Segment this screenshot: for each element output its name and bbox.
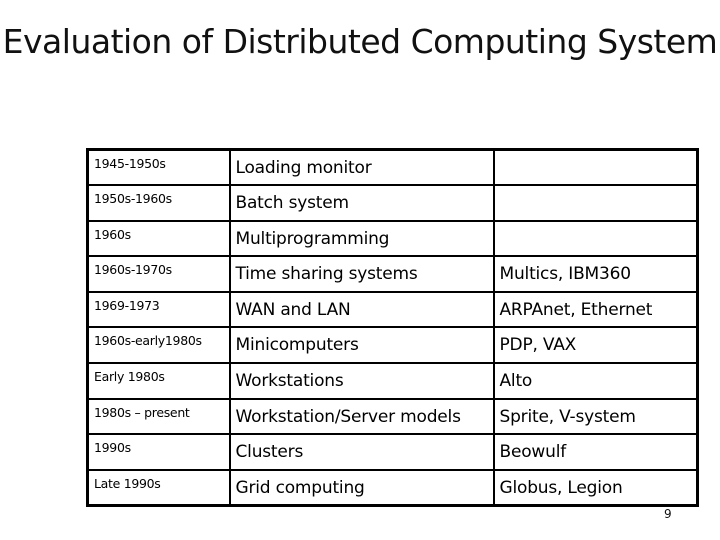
table-row: Late 1990s Grid computing Globus, Legion	[86, 468, 699, 507]
system-cell: Batch system	[228, 184, 495, 222]
examples-cell: Alto	[492, 362, 699, 400]
table-row: 1945-1950s Loading monitor	[86, 148, 699, 187]
era-cell: 1980s – present	[86, 397, 231, 436]
page-number: 9	[664, 507, 672, 521]
system-cell: Time sharing systems	[228, 255, 495, 293]
system-cell: Loading monitor	[228, 148, 495, 187]
era-cell: 1945-1950s	[86, 148, 231, 187]
examples-cell: Globus, Legion	[492, 468, 699, 507]
table-row: 1990s Clusters Beowulf	[86, 433, 699, 471]
table-row: 1980s – present Workstation/Server model…	[86, 397, 699, 436]
table-row: 1950s-1960s Batch system	[86, 184, 699, 222]
system-cell: Minicomputers	[228, 326, 495, 365]
system-cell: Clusters	[228, 433, 495, 471]
table-row: 1960s Multiprogramming	[86, 219, 699, 258]
table-row: 1969-1973 WAN and LAN ARPAnet, Ethernet	[86, 290, 699, 329]
examples-cell	[492, 184, 699, 222]
system-cell: Workstation/Server models	[228, 397, 495, 436]
evaluation-table: 1945-1950s Loading monitor 1950s-1960s B…	[86, 148, 699, 507]
examples-cell: Beowulf	[492, 433, 699, 471]
examples-cell: ARPAnet, Ethernet	[492, 290, 699, 329]
era-cell: 1960s	[86, 219, 231, 258]
era-cell: 1990s	[86, 433, 231, 471]
era-cell: 1960s-early1980s	[86, 326, 231, 365]
era-cell: 1950s-1960s	[86, 184, 231, 222]
examples-cell	[492, 148, 699, 187]
era-cell: 1969-1973	[86, 290, 231, 329]
table-row: 1960s-early1980s Minicomputers PDP, VAX	[86, 326, 699, 365]
system-cell: Grid computing	[228, 468, 495, 507]
system-cell: WAN and LAN	[228, 290, 495, 329]
era-cell: Early 1980s	[86, 362, 231, 400]
era-cell: Late 1990s	[86, 468, 231, 507]
table-row: Early 1980s Workstations Alto	[86, 362, 699, 400]
evaluation-table-container: 1945-1950s Loading monitor 1950s-1960s B…	[86, 148, 699, 507]
era-cell: 1960s-1970s	[86, 255, 231, 293]
system-cell: Workstations	[228, 362, 495, 400]
examples-cell	[492, 219, 699, 258]
examples-cell: PDP, VAX	[492, 326, 699, 365]
examples-cell: Multics, IBM360	[492, 255, 699, 293]
slide-title: Evaluation of Distributed Computing Syst…	[2, 22, 718, 61]
system-cell: Multiprogramming	[228, 219, 495, 258]
table-row: 1960s-1970s Time sharing systems Multics…	[86, 255, 699, 293]
examples-cell: Sprite, V-system	[492, 397, 699, 436]
